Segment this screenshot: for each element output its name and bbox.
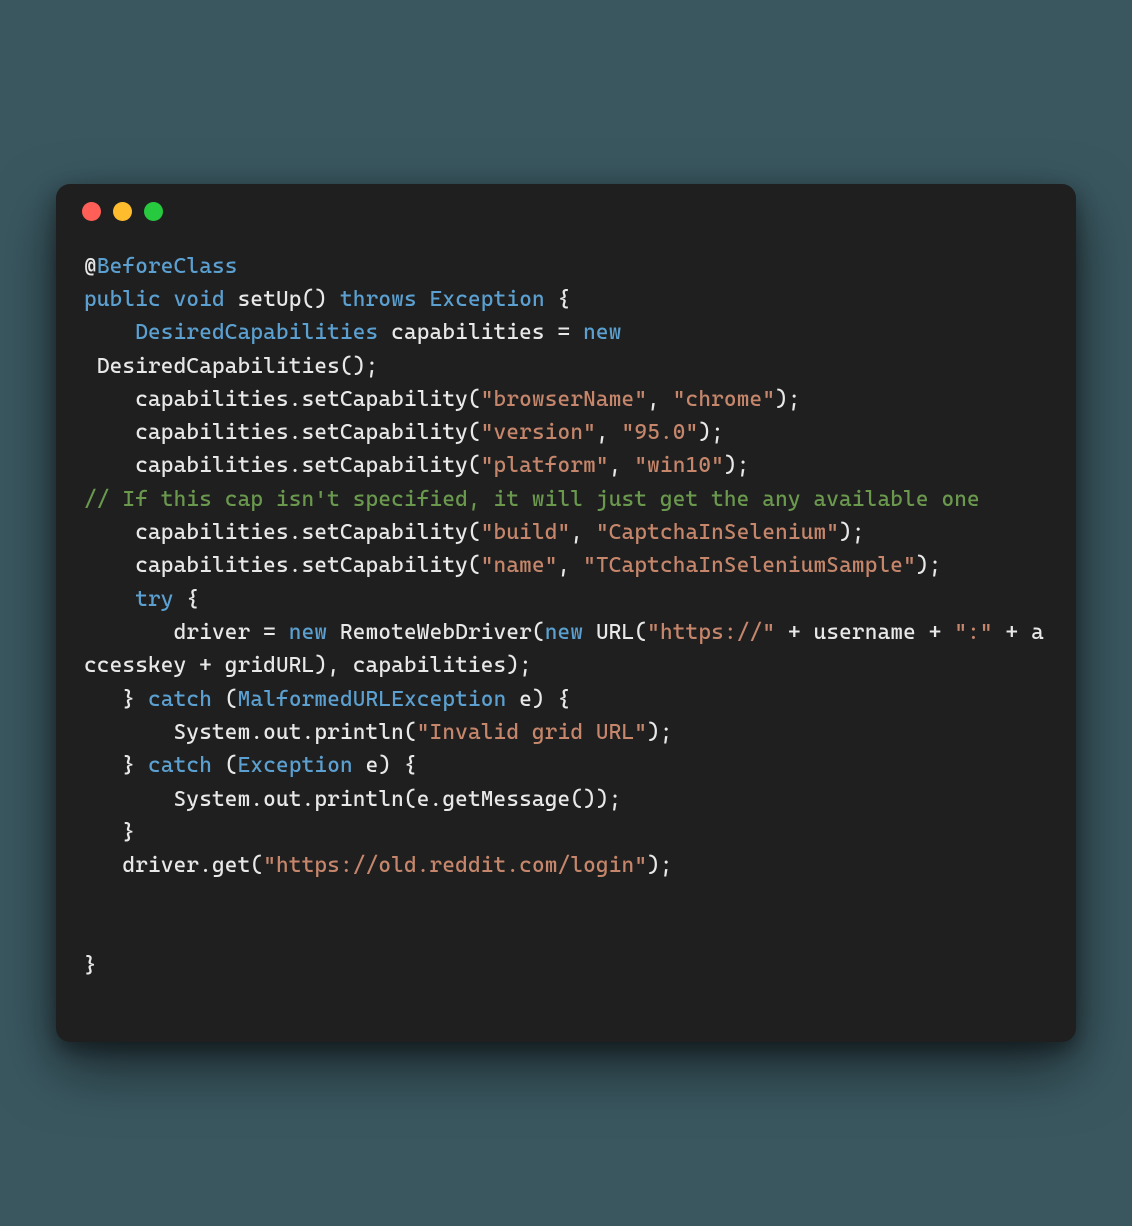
code-token: throws bbox=[340, 287, 417, 312]
code-token: new bbox=[289, 620, 327, 645]
code-token: new bbox=[583, 320, 621, 345]
code-token: ); bbox=[724, 453, 750, 478]
code-token: "platform" bbox=[481, 453, 609, 478]
code-token: capabilities = bbox=[378, 320, 583, 345]
code-token: "95.0" bbox=[622, 420, 699, 445]
code-token: ( bbox=[212, 753, 238, 778]
minimize-icon[interactable] bbox=[113, 202, 132, 221]
code-window: @BeforeClass public void setUp() throws … bbox=[56, 184, 1076, 1043]
code-token: "https://old.reddit.com/login" bbox=[263, 853, 647, 878]
code-token: setUp() bbox=[225, 287, 340, 312]
code-token: "https://" bbox=[647, 620, 775, 645]
code-token: catch bbox=[148, 687, 212, 712]
code-token: URL( bbox=[583, 620, 647, 645]
code-editor[interactable]: @BeforeClass public void setUp() throws … bbox=[56, 240, 1076, 1043]
maximize-icon[interactable] bbox=[144, 202, 163, 221]
code-token: ( bbox=[212, 687, 238, 712]
code-token: , bbox=[570, 520, 596, 545]
code-token: "build" bbox=[481, 520, 571, 545]
code-token: BeforeClass bbox=[97, 254, 238, 279]
code-token: , bbox=[647, 387, 673, 412]
code-token: void bbox=[174, 287, 225, 312]
code-token: MalformedURLException bbox=[238, 687, 507, 712]
code-token: // If this cap isn't specified, it will … bbox=[84, 487, 980, 512]
code-token: "version" bbox=[481, 420, 596, 445]
close-icon[interactable] bbox=[82, 202, 101, 221]
code-token: Exception bbox=[430, 287, 545, 312]
code-token: DesiredCapabilities(); capabilities.setC… bbox=[84, 354, 481, 412]
code-token: "CaptchaInSelenium" bbox=[596, 520, 839, 545]
code-token: "win10" bbox=[634, 453, 724, 478]
code-token: , bbox=[609, 453, 635, 478]
code-token: "TCaptchaInSeleniumSample" bbox=[583, 553, 916, 578]
code-token: , bbox=[596, 420, 622, 445]
code-token bbox=[161, 287, 174, 312]
code-token bbox=[417, 287, 430, 312]
code-token: "name" bbox=[481, 553, 558, 578]
code-token: "browserName" bbox=[481, 387, 647, 412]
code-token: capabilities.setCapability( bbox=[84, 520, 481, 545]
code-token: "chrome" bbox=[673, 387, 775, 412]
code-token: @ bbox=[84, 254, 97, 279]
code-token: DesiredCapabilities bbox=[135, 320, 378, 345]
code-token: Exception bbox=[238, 753, 353, 778]
code-token: "Invalid grid URL" bbox=[417, 720, 647, 745]
code-token: new bbox=[545, 620, 583, 645]
code-token: ":" bbox=[954, 620, 992, 645]
code-token: + username + bbox=[775, 620, 954, 645]
code-token: , bbox=[558, 553, 584, 578]
code-token: RemoteWebDriver( bbox=[327, 620, 545, 645]
code-token: try bbox=[135, 587, 173, 612]
code-token: public bbox=[84, 287, 161, 312]
window-titlebar bbox=[56, 184, 1076, 240]
code-token: catch bbox=[148, 753, 212, 778]
